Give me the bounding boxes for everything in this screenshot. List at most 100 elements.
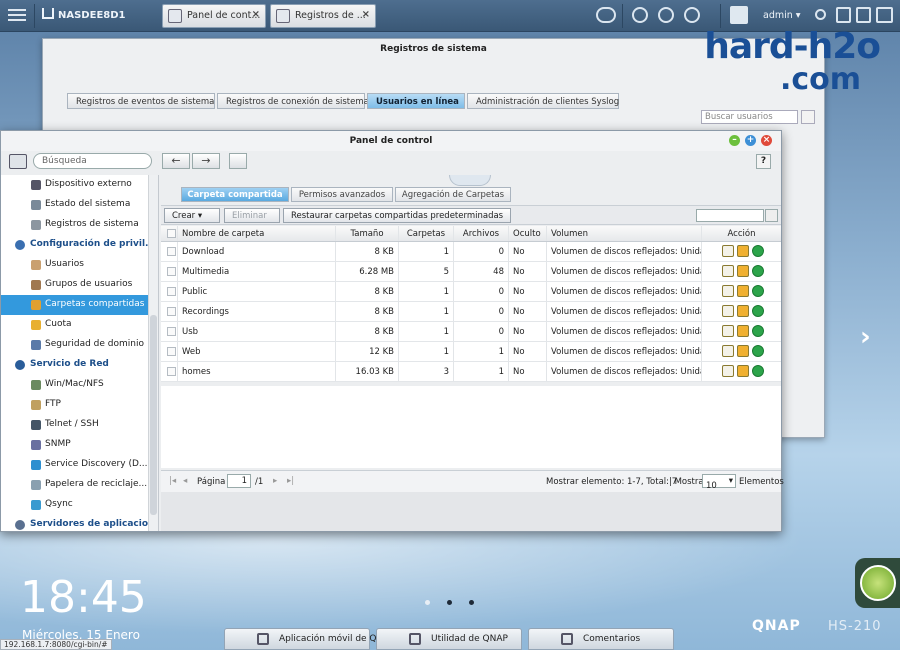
help-button[interactable]: ? — [756, 154, 771, 169]
sidebar-group-9[interactable]: Servicio de Red — [1, 355, 158, 375]
task-tab-system-logs[interactable]: Registros de ... × — [270, 4, 376, 28]
create-button[interactable]: Crear ▾ — [164, 208, 220, 223]
restore-default-folders-button[interactable]: Restaurar carpetas compartidas predeterm… — [283, 208, 512, 223]
table-row[interactable]: Usb 8 KB 1 0 No Volumen de discos reflejados:… — [161, 322, 781, 342]
search-input[interactable]: Búsqueda — [33, 153, 152, 169]
table-row[interactable]: Web 12 KB 1 1 No Volumen de discos reflejados… — [161, 342, 781, 362]
cloud-icon[interactable] — [596, 7, 616, 23]
permissions-icon[interactable] — [737, 365, 749, 377]
refresh-icon[interactable] — [752, 245, 764, 257]
sidebar-item-11[interactable]: FTP — [1, 395, 158, 415]
sidebar-item-15[interactable]: Papelera de reciclaje... — [1, 475, 158, 495]
col-volume[interactable]: Volumen — [547, 226, 702, 241]
row-checkbox[interactable] — [161, 282, 178, 301]
sidebar-scrollbar[interactable] — [148, 175, 158, 531]
main-menu-icon[interactable] — [6, 6, 28, 26]
row-checkbox[interactable] — [161, 322, 178, 341]
sidebar-group-3[interactable]: Configuración de privil... — [1, 235, 158, 255]
next-page-icon[interactable]: ▸ — [273, 476, 277, 486]
sidebar-item-0[interactable]: Dispositivo externo — [1, 175, 158, 195]
prev-page-icon[interactable]: ◂ — [183, 476, 187, 486]
info-icon[interactable] — [684, 7, 700, 23]
refresh-icon[interactable] — [752, 265, 764, 277]
refresh-icon[interactable] — [752, 325, 764, 337]
row-checkbox[interactable] — [161, 362, 178, 381]
last-page-icon[interactable]: ▸| — [287, 476, 294, 486]
sync-icon[interactable] — [658, 7, 674, 23]
select-all-checkbox[interactable] — [161, 226, 178, 241]
edit-icon[interactable] — [722, 305, 734, 317]
permissions-icon[interactable] — [737, 305, 749, 317]
edit-icon[interactable] — [722, 285, 734, 297]
col-folders[interactable]: Carpetas — [399, 226, 454, 241]
col-hidden[interactable]: Oculto — [509, 226, 547, 241]
close-icon[interactable]: × — [362, 9, 370, 20]
search-icon[interactable] — [765, 209, 778, 222]
search-icon[interactable] — [815, 9, 826, 20]
sidebar-item-4[interactable]: Usuarios — [1, 255, 158, 275]
sidebar-item-13[interactable]: SNMP — [1, 435, 158, 455]
permissions-icon[interactable] — [737, 245, 749, 257]
tab-event-logs[interactable]: Registros de eventos de sistema — [67, 93, 215, 109]
chevron-down-icon[interactable] — [801, 110, 815, 124]
collapse-chevron-icon[interactable] — [449, 175, 491, 186]
row-checkbox[interactable] — [161, 302, 178, 321]
next-page-arrow-icon[interactable]: › — [860, 322, 900, 362]
col-folder-name[interactable]: Nombre de carpeta — [178, 226, 336, 241]
sidebar-item-1[interactable]: Estado del sistema — [1, 195, 158, 215]
table-row[interactable]: homes 16.03 KB 3 1 No Volumen de discos refle… — [161, 362, 781, 382]
tab-syslog-clients[interactable]: Administración de clientes Syslog — [467, 93, 619, 109]
permissions-icon[interactable] — [737, 265, 749, 277]
tab-folder-aggregation[interactable]: Agregación de Carpetas — [395, 187, 511, 202]
sidebar-toggle-icon[interactable] — [9, 154, 27, 169]
clock-icon[interactable] — [632, 7, 648, 23]
refresh-icon[interactable] — [752, 365, 764, 377]
row-checkbox[interactable] — [161, 342, 178, 361]
table-row[interactable]: Download 8 KB 1 0 No Volumen de discos reflej… — [161, 242, 781, 262]
minimize-icon[interactable]: – — [729, 135, 740, 146]
refresh-icon[interactable] — [752, 305, 764, 317]
sidebar-item-2[interactable]: Registros de sistema — [1, 215, 158, 235]
refresh-icon[interactable] — [752, 285, 764, 297]
user-menu[interactable]: admin ▾ — [763, 10, 801, 21]
sidebar-item-12[interactable]: Telnet / SSH — [1, 415, 158, 435]
user-search-input[interactable]: Buscar usuarios — [701, 110, 798, 124]
per-page-select[interactable]: 10 ▾ — [702, 474, 736, 491]
tab-connection-logs[interactable]: Registros de conexión de sistema — [217, 93, 369, 109]
settings-icon[interactable] — [856, 7, 871, 23]
resource-monitor-widget[interactable] — [855, 558, 900, 608]
home-button[interactable]: NASDEE8D1 — [42, 8, 126, 21]
avatar[interactable] — [730, 6, 748, 24]
sidebar-item-7[interactable]: Cuota — [1, 315, 158, 335]
close-icon[interactable]: × — [761, 135, 772, 146]
sidebar-item-8[interactable]: Seguridad de dominio — [1, 335, 158, 355]
first-page-icon[interactable]: |◂ — [169, 476, 176, 486]
sidebar-group-17[interactable]: Servidores de aplicacio... — [1, 515, 158, 531]
edit-icon[interactable] — [722, 245, 734, 257]
table-row[interactable]: Recordings 8 KB 1 0 No Volumen de discos refl… — [161, 302, 781, 322]
sidebar-item-6[interactable]: Carpetas compartidas — [1, 295, 158, 315]
permissions-icon[interactable] — [737, 325, 749, 337]
sidebar-item-16[interactable]: Qsync — [1, 495, 158, 515]
permissions-icon[interactable] — [737, 285, 749, 297]
page-number-input[interactable]: 1 — [227, 474, 251, 488]
dock-feedback[interactable]: Comentarios — [528, 628, 674, 650]
dock-qnap-utility[interactable]: Utilidad de QNAP — [376, 628, 522, 650]
table-row[interactable]: Multimedia 6.28 MB 5 48 No Volumen de discos … — [161, 262, 781, 282]
refresh-icon[interactable] — [752, 345, 764, 357]
close-icon[interactable]: × — [252, 9, 260, 20]
edit-icon[interactable] — [722, 345, 734, 357]
permissions-icon[interactable] — [737, 345, 749, 357]
row-checkbox[interactable] — [161, 262, 178, 281]
tab-advanced-permissions[interactable]: Permisos avanzados — [291, 187, 393, 202]
table-row[interactable]: Public 8 KB 1 0 No Volumen de discos reflejad… — [161, 282, 781, 302]
col-files[interactable]: Archivos — [454, 226, 509, 241]
col-size[interactable]: Tamaño — [336, 226, 399, 241]
maximize-icon[interactable]: + — [745, 135, 756, 146]
sidebar-item-14[interactable]: Service Discovery (D... — [1, 455, 158, 475]
back-arrow-icon[interactable]: ← — [162, 153, 190, 169]
monitor-icon[interactable] — [876, 7, 893, 23]
delete-button[interactable]: Eliminar — [224, 208, 280, 223]
task-tab-control-panel[interactable]: Panel de cont... × — [162, 4, 266, 28]
filter-input[interactable] — [696, 209, 764, 222]
